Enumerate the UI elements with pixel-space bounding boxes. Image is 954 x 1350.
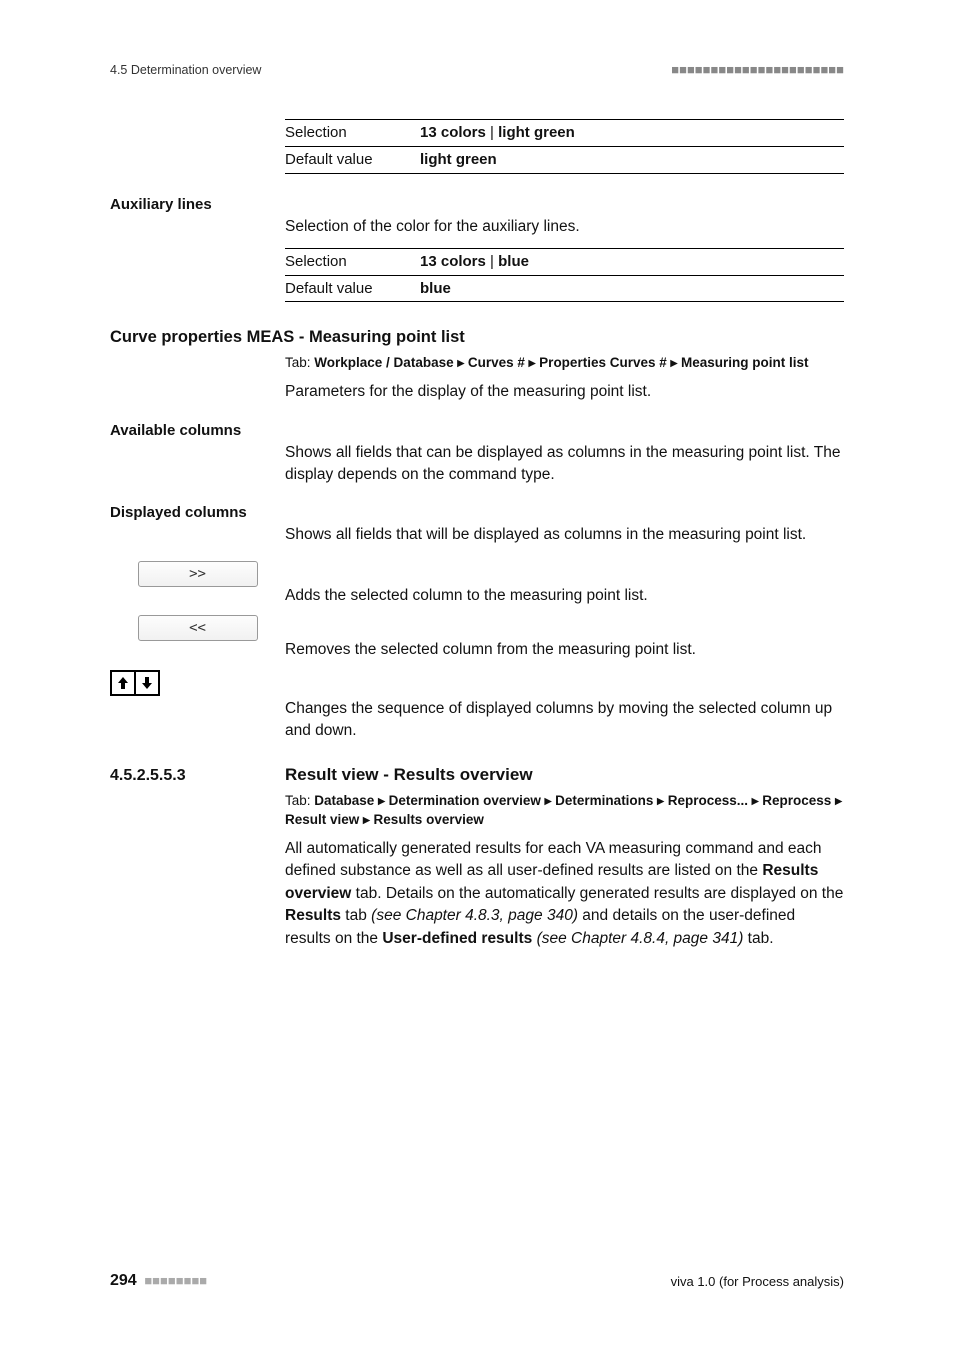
result-tab-line: Tab: Database ▸ Determination overview ▸…	[285, 791, 844, 830]
param-key-default: Default value	[285, 149, 420, 171]
param-val-selection: 13 colors | light green	[420, 122, 844, 144]
remove-desc: Removes the selected column from the mea…	[285, 639, 844, 661]
page-number: 294	[110, 1272, 137, 1289]
move-up-button[interactable]	[110, 670, 136, 696]
arrows-desc: Changes the sequence of displayed column…	[285, 698, 844, 743]
curve-content: Tab: Workplace / Database ▸ Curves # ▸ P…	[285, 353, 844, 403]
page-content: 4.5 Determination overview ■■■■■■■■■■■■■…	[0, 0, 954, 950]
result-paragraph: All automatically generated results for …	[285, 838, 844, 950]
param-table-aux: Selection 13 colors | blue Default value…	[285, 248, 844, 303]
add-btn-cell: >>	[110, 557, 285, 599]
avail-title: Available columns	[110, 422, 285, 439]
curve-tab-line: Tab: Workplace / Database ▸ Curves # ▸ P…	[285, 353, 844, 373]
aux-sel-val: 13 colors | blue	[420, 251, 844, 273]
add-columns-button[interactable]: >>	[138, 561, 258, 587]
block1-row: Selection 13 colors | light green Defaul…	[110, 113, 844, 174]
remove-btn-row: << Removes the selected column from the …	[110, 611, 844, 661]
curve-desc: Parameters for the display of the measur…	[285, 381, 844, 403]
aux-content: Selection of the color for the auxiliary…	[285, 196, 844, 303]
add-desc: Adds the selected column to the measurin…	[285, 585, 844, 607]
add-desc-cell: Adds the selected column to the measurin…	[285, 557, 844, 607]
disp-row: Displayed columns Shows all fields that …	[110, 504, 844, 546]
curve-tab-row: Tab: Workplace / Database ▸ Curves # ▸ P…	[110, 353, 844, 403]
result-content: Tab: Database ▸ Determination overview ▸…	[285, 791, 844, 950]
param-table-1: Selection 13 colors | light green Defaul…	[285, 119, 844, 174]
result-section-number: 4.5.2.5.5.3	[110, 767, 285, 785]
aux-row: Auxiliary lines Selection of the color f…	[110, 196, 844, 303]
add-btn-row: >> Adds the selected column to the measu…	[110, 557, 844, 607]
param-key-selection: Selection	[285, 122, 420, 144]
arrow-down-icon	[139, 675, 155, 691]
move-down-button[interactable]	[134, 670, 160, 696]
result-section-title: Result view - Results overview	[285, 765, 533, 785]
remove-columns-button[interactable]: <<	[138, 615, 258, 641]
arrows-desc-cell: Changes the sequence of displayed column…	[285, 666, 844, 743]
result-body-row: Tab: Database ▸ Determination overview ▸…	[110, 791, 844, 950]
aux-title: Auxiliary lines	[110, 196, 285, 213]
disp-title: Displayed columns	[110, 504, 285, 521]
avail-content: Shows all fields that can be displayed a…	[285, 422, 844, 487]
avail-row: Available columns Shows all fields that …	[110, 422, 844, 487]
remove-btn-cell: <<	[110, 611, 285, 653]
aux-def-key: Default value	[285, 278, 420, 300]
arrows-row: Changes the sequence of displayed column…	[110, 666, 844, 743]
aux-sel-key: Selection	[285, 251, 420, 273]
aux-def-val: blue	[420, 278, 844, 300]
arrow-up-icon	[115, 675, 131, 691]
result-head-row: 4.5.2.5.5.3 Result view - Results overvi…	[110, 765, 844, 785]
arrows-cell	[110, 666, 285, 708]
avail-desc: Shows all fields that can be displayed a…	[285, 442, 844, 487]
header-section: 4.5 Determination overview	[110, 63, 261, 77]
aux-desc: Selection of the color for the auxiliary…	[285, 216, 844, 238]
remove-desc-cell: Removes the selected column from the mea…	[285, 611, 844, 661]
footer-product: viva 1.0 (for Process analysis)	[671, 1274, 844, 1289]
block1-content: Selection 13 colors | light green Defaul…	[285, 113, 844, 174]
header-ornament: ■■■■■■■■■■■■■■■■■■■■■■	[671, 62, 844, 77]
footer-left: 294 ■■■■■■■■	[110, 1272, 207, 1290]
page-header: 4.5 Determination overview ■■■■■■■■■■■■■…	[110, 62, 844, 77]
page-footer: 294 ■■■■■■■■ viva 1.0 (for Process analy…	[110, 1272, 844, 1290]
disp-desc: Shows all fields that will be displayed …	[285, 524, 844, 546]
reorder-arrows	[110, 670, 160, 696]
curve-section-title: Curve properties MEAS - Measuring point …	[110, 328, 844, 347]
footer-ornament: ■■■■■■■■	[144, 1273, 207, 1288]
param-val-default: light green	[420, 149, 844, 171]
disp-content: Shows all fields that will be displayed …	[285, 504, 844, 546]
